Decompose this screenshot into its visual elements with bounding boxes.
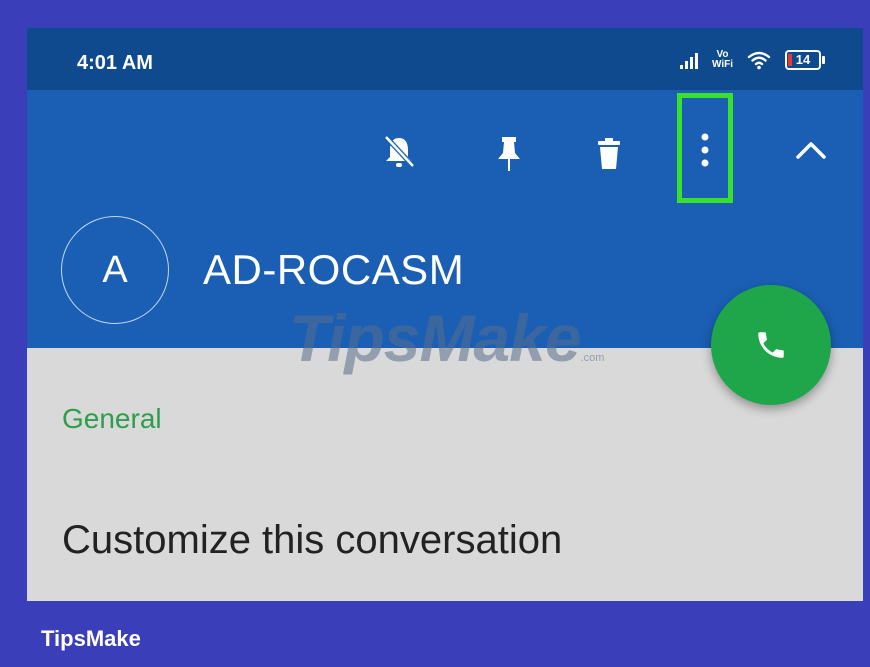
footer-brand: TipsMake bbox=[41, 626, 141, 651]
mute-notifications-button[interactable] bbox=[377, 130, 421, 174]
customize-conversation-item[interactable]: Customize this conversation bbox=[62, 518, 562, 563]
watermark: TipsMake.com bbox=[289, 300, 604, 376]
delete-button[interactable] bbox=[587, 130, 631, 178]
battery-level: 14 bbox=[795, 52, 811, 67]
bell-off-icon bbox=[384, 135, 415, 168]
pin-button[interactable] bbox=[487, 130, 531, 180]
screenshot-frame: 4:01 AM Vo WiFi 14 A AD-ROCASM General C… bbox=[27, 28, 863, 601]
phone-icon bbox=[758, 332, 784, 358]
signal-icon bbox=[679, 51, 698, 69]
section-header-general: General bbox=[62, 403, 162, 434]
status-bar: 4:01 AM Vo WiFi 14 bbox=[27, 28, 863, 90]
more-options-button[interactable] bbox=[685, 125, 725, 175]
status-time: 4:01 AM bbox=[77, 52, 153, 74]
contact-header: A AD-ROCASM bbox=[61, 216, 465, 324]
contact-name: AD-ROCASM bbox=[203, 246, 465, 293]
battery-fill bbox=[788, 54, 792, 66]
trash-icon bbox=[598, 138, 620, 169]
wifi-icon bbox=[747, 51, 771, 70]
collapse-button[interactable] bbox=[789, 130, 833, 170]
battery-icon: 14 bbox=[785, 50, 825, 70]
avatar: A bbox=[61, 216, 169, 324]
vowifi-icon: Vo WiFi bbox=[712, 50, 733, 70]
status-icons: Vo WiFi 14 bbox=[679, 46, 825, 74]
chevron-up-icon bbox=[796, 142, 826, 159]
vowifi-bottom-text: WiFi bbox=[711, 59, 733, 70]
pin-icon bbox=[498, 137, 520, 171]
watermark-text: TipsMake bbox=[289, 301, 582, 375]
call-button[interactable] bbox=[711, 285, 831, 405]
more-vertical-icon bbox=[701, 133, 709, 167]
watermark-domain: .com bbox=[580, 352, 605, 364]
